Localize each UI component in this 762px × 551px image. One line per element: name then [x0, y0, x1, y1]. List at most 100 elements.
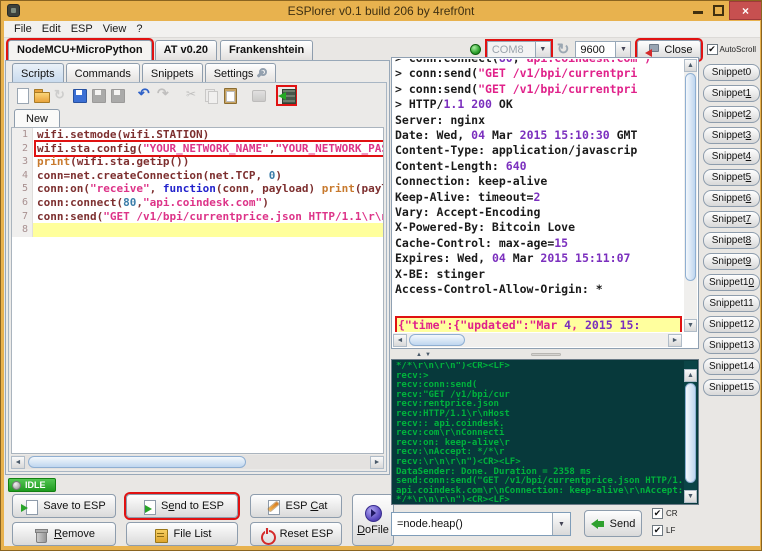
reload-icon[interactable] [52, 87, 69, 104]
save-as-icon[interactable] [90, 87, 107, 104]
snippet-button-snippet1[interactable]: Snippet1 [703, 85, 760, 102]
console-clip: */*\r\n\r\n")<CR><LF>recv:>recv:conn:sen… [396, 362, 682, 502]
console-output: */*\r\n\r\n")<CR><LF>recv:>recv:conn:sen… [396, 362, 682, 502]
refresh-ports-icon[interactable]: ↻ [557, 42, 570, 57]
esp-cat-button[interactable]: ESP Cat [250, 494, 342, 518]
snippet-button-snippet15[interactable]: Snippet15 [703, 379, 760, 396]
scrollbar-thumb[interactable] [28, 456, 246, 468]
code-editor[interactable]: 1wifi.setmode(wifi.STATION)2wifi.sta.con… [11, 127, 384, 454]
snippet-button-snippet12[interactable]: Snippet12 [703, 316, 760, 333]
scroll-down-icon[interactable]: ▼ [684, 490, 697, 503]
line-number: 7 [12, 210, 33, 224]
menu-view[interactable]: View [98, 22, 132, 36]
scroll-right-icon[interactable]: ► [370, 456, 384, 469]
close-window-button[interactable]: × [729, 1, 762, 20]
snippet-button-snippet0[interactable]: Snippet0 [703, 64, 760, 81]
autoscroll-toggle[interactable]: ✔ AutoScroll [707, 44, 756, 55]
com-port-select[interactable]: COM8 ▼ [487, 41, 551, 59]
remove-button[interactable]: Remove [12, 522, 116, 546]
save-to-esp-button[interactable]: Save to ESP [12, 494, 116, 518]
menu-esp[interactable]: ESP [66, 22, 98, 36]
lf-checkbox[interactable]: ✔ [652, 525, 663, 536]
menu-file[interactable]: File [9, 22, 37, 36]
serial-terminal[interactable]: > conn:connect(80,"api.coindesk.com")> c… [391, 57, 699, 349]
send-button[interactable]: Send [584, 510, 642, 537]
splitter-arrows-icon[interactable]: ▲▼ [416, 352, 434, 358]
snippet-button-snippet10[interactable]: Snippet10 [703, 274, 760, 291]
snippet-button-snippet4[interactable]: Snippet4 [703, 148, 760, 165]
splitter-grip[interactable] [531, 353, 561, 356]
snippet-button-snippet13[interactable]: Snippet13 [703, 337, 760, 354]
title-bar[interactable]: ESPlorer v0.1 build 206 by 4refr0nt × [1, 1, 761, 21]
scrollbar-thumb[interactable] [685, 73, 696, 281]
debug-console[interactable]: */*\r\n\r\n")<CR><LF>recv:>recv:conn:sen… [391, 359, 699, 505]
cr-checkbox[interactable]: ✔ [652, 508, 663, 519]
open-file-icon[interactable] [33, 87, 50, 104]
editor-file-tab[interactable]: New [14, 109, 60, 127]
terminal-clip: > conn:connect(80,"api.coindesk.com")> c… [395, 59, 682, 332]
copy-icon[interactable] [203, 87, 220, 104]
connection-led-icon [470, 44, 481, 55]
tab-at-v0-20[interactable]: AT v0.20 [155, 40, 217, 60]
scroll-up-icon[interactable]: ▲ [684, 59, 697, 72]
snippet-button-snippet7[interactable]: Snippet7 [703, 211, 760, 228]
paste-icon[interactable] [222, 87, 239, 104]
snippet-button-snippet11[interactable]: Snippet11 [703, 295, 760, 312]
command-input[interactable] [392, 513, 552, 535]
baud-rate-select[interactable]: 9600 ▼ [575, 41, 631, 59]
main-tabs: NodeMCU+MicroPythonAT v0.20Frankenshtein [8, 39, 313, 60]
menu-[interactable]: ? [131, 22, 147, 36]
dofile-button[interactable]: DoFile [352, 494, 394, 546]
scroll-up-icon[interactable]: ▲ [684, 369, 697, 382]
save-all-icon[interactable] [109, 87, 126, 104]
undo-icon[interactable] [137, 87, 154, 104]
console-vscrollbar[interactable]: ▲ ▼ [684, 361, 697, 503]
send-to-esp-button[interactable]: Send to ESP [126, 494, 238, 518]
snippet-button-snippet3[interactable]: Snippet3 [703, 127, 760, 144]
snippet-button-snippet6[interactable]: Snippet6 [703, 190, 760, 207]
terminal-hscrollbar[interactable]: ◄ ► [393, 333, 682, 347]
scroll-down-icon[interactable]: ▼ [684, 319, 697, 332]
reset-esp-button[interactable]: Reset ESP [250, 522, 342, 546]
tab-scripts[interactable]: Scripts [12, 63, 64, 82]
tab-frankenshtein[interactable]: Frankenshtein [220, 40, 313, 60]
snippet-button-snippet8[interactable]: Snippet8 [703, 232, 760, 249]
minimize-button[interactable] [693, 11, 703, 14]
tab-nodemcu-micropython[interactable]: NodeMCU+MicroPython [8, 40, 152, 60]
workspace: NodeMCU+MicroPythonAT v0.20Frankenshtein… [4, 38, 760, 546]
snippet-button-snippet5[interactable]: Snippet5 [703, 169, 760, 186]
lf-toggle[interactable]: ✔ LF [652, 525, 678, 536]
tab-settings[interactable]: Settings [205, 63, 277, 82]
redo-icon[interactable] [156, 87, 173, 104]
line-number: 1 [12, 128, 33, 142]
snippet-button-snippet9[interactable]: Snippet9 [703, 253, 760, 270]
code-line: 1wifi.setmode(wifi.STATION) [12, 128, 383, 142]
scrollbar-thumb[interactable] [409, 334, 465, 346]
snippet-button-snippet2[interactable]: Snippet2 [703, 106, 760, 123]
editor-hscrollbar[interactable]: ◄ ► [11, 455, 384, 469]
autoscroll-checkbox[interactable]: ✔ [707, 44, 718, 55]
wrench-icon [256, 68, 267, 79]
scroll-right-icon[interactable]: ► [668, 334, 682, 347]
tab-commands[interactable]: Commands [66, 63, 140, 82]
chevron-down-icon[interactable]: ▼ [615, 42, 630, 58]
scrollbar-thumb[interactable] [685, 383, 696, 483]
chevron-down-icon[interactable]: ▼ [552, 513, 570, 535]
left-panel: ScriptsCommandsSnippetsSettings New 1wif… [5, 60, 390, 475]
save-icon[interactable] [71, 87, 88, 104]
maximize-button[interactable] [713, 5, 724, 16]
upload-icon[interactable] [250, 87, 267, 104]
cr-toggle[interactable]: ✔ CR [652, 508, 678, 519]
scroll-left-icon[interactable]: ◄ [11, 456, 25, 469]
terminal-vscrollbar[interactable]: ▲ ▼ [684, 59, 697, 332]
scroll-left-icon[interactable]: ◄ [393, 334, 407, 347]
file-list-button[interactable]: File List [126, 522, 238, 546]
tab-snippets[interactable]: Snippets [142, 63, 203, 82]
new-file-icon[interactable] [14, 87, 31, 104]
chevron-down-icon[interactable]: ▼ [535, 42, 550, 58]
panel-splitter[interactable]: ▲▼ [391, 350, 699, 359]
menu-edit[interactable]: Edit [37, 22, 66, 36]
snippet-button-snippet14[interactable]: Snippet14 [703, 358, 760, 375]
cut-icon[interactable] [184, 87, 201, 104]
send-to-esp-icon[interactable] [278, 87, 295, 104]
